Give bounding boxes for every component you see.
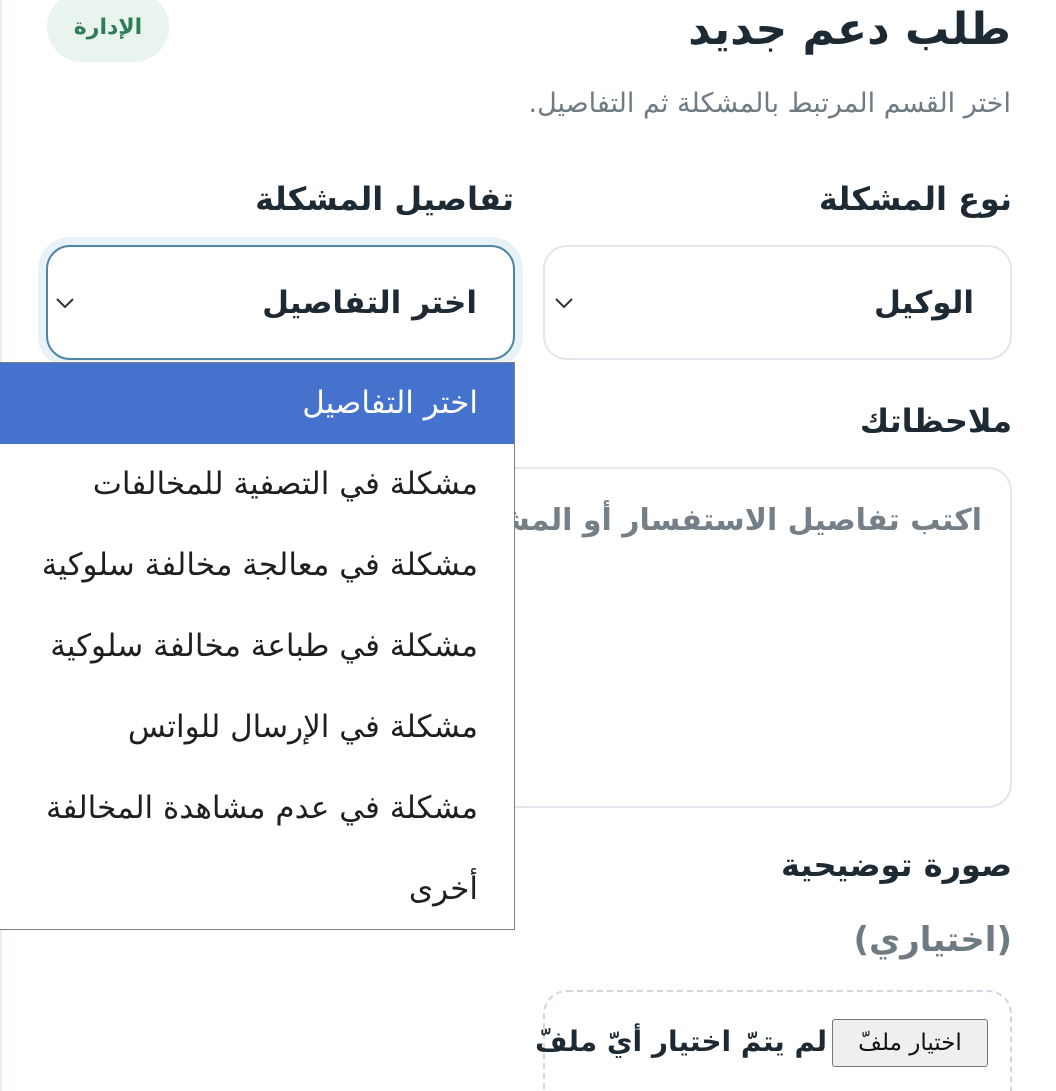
- support-request-page: الإدارة طلب دعم جديد اختر القسم المرتبط …: [0, 0, 1056, 1091]
- chevron-down-icon: [56, 297, 74, 308]
- dropdown-option[interactable]: مشكلة في التصفية للمخالفات: [0, 444, 514, 525]
- dropdown-option[interactable]: مشكلة في الإرسال للواتس: [0, 687, 514, 768]
- problem-details-value: اختر التفاصيل: [262, 284, 477, 321]
- dropdown-option[interactable]: أخرى: [0, 849, 514, 929]
- image-label: صورة توضيحية: [780, 846, 1012, 884]
- details-dropdown-list: اختر التفاصيل مشكلة في التصفية للمخالفات…: [0, 362, 515, 930]
- file-upload-zone[interactable]: اختيار ملفّ لم يتمّ اختيار أيّ ملفّ: [535, 990, 1012, 1091]
- problem-details-select[interactable]: اختر التفاصيل: [46, 245, 515, 360]
- dropdown-option[interactable]: اختر التفاصيل: [0, 363, 514, 444]
- choose-file-button[interactable]: اختيار ملفّ: [832, 1019, 988, 1067]
- page-subtitle: اختر القسم المرتبط بالمشكلة ثم التفاصيل.: [528, 88, 1011, 119]
- problem-type-select[interactable]: الوكيل: [543, 245, 1012, 360]
- page-title: طلب دعم جديد: [688, 4, 1011, 55]
- notes-placeholder: اكتب تفاصيل الاستفسار أو المشكلة: [470, 503, 982, 538]
- optional-note: (اختياري): [853, 920, 1013, 960]
- problem-type-value: الوكيل: [873, 284, 974, 321]
- file-status: لم يتمّ اختيار أيّ ملفّ: [534, 1025, 827, 1058]
- dropdown-option[interactable]: مشكلة في معالجة مخالفة سلوكية: [0, 525, 514, 606]
- dropdown-option[interactable]: مشكلة في عدم مشاهدة المخالفة: [0, 768, 514, 849]
- dropdown-option[interactable]: مشكلة في طباعة مخالفة سلوكية: [0, 606, 514, 687]
- chevron-down-icon: [555, 297, 573, 308]
- admin-badge: الإدارة: [47, 0, 169, 62]
- problem-details-label: تفاصيل المشكلة: [255, 180, 514, 218]
- notes-textarea[interactable]: اكتب تفاصيل الاستفسار أو المشكلة: [470, 467, 1012, 808]
- problem-type-label: نوع المشكلة: [818, 180, 1012, 218]
- notes-label: ملاحظاتك: [859, 402, 1012, 440]
